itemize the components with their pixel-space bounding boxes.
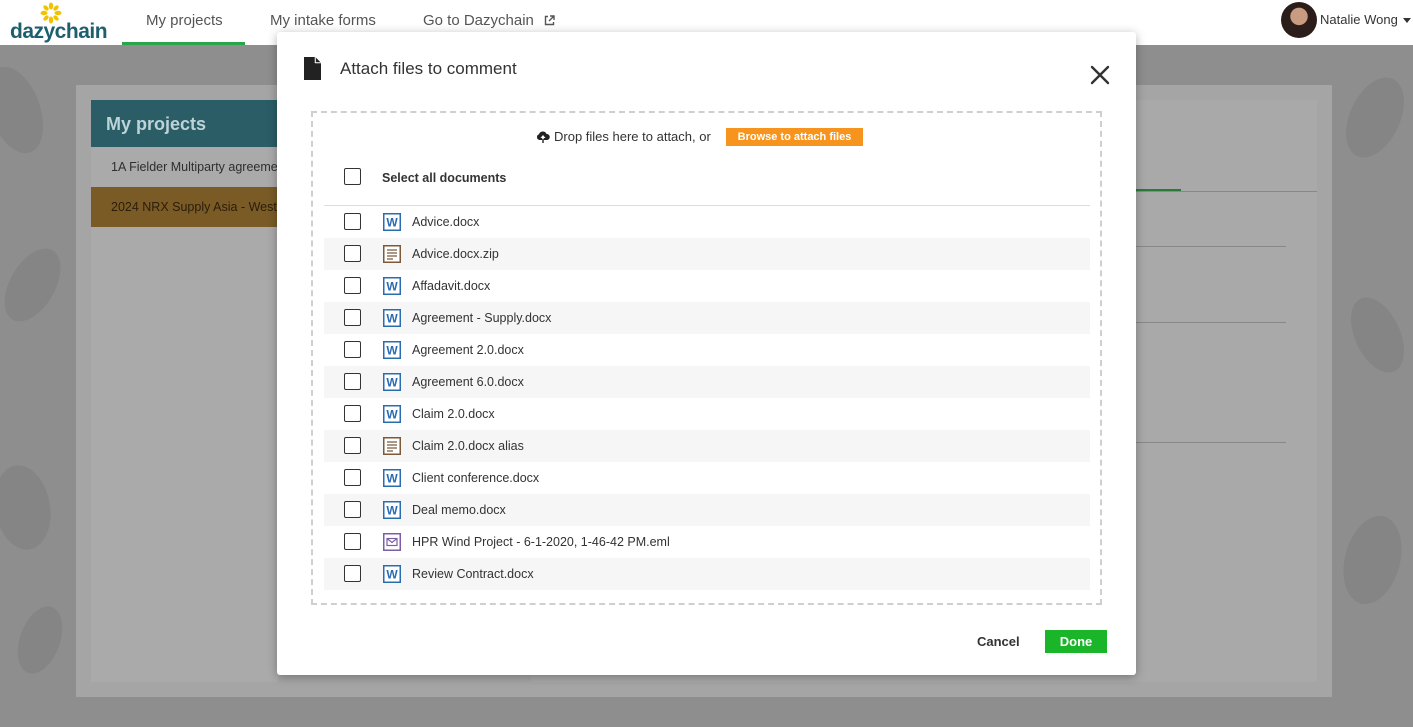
file-name: Claim 2.0.docx alias [412,439,524,453]
nav-my-projects[interactable]: My projects [146,12,223,29]
file-row[interactable]: W Claim 2.0.docx [324,398,1090,430]
decorative-petal [1340,289,1413,381]
select-all-checkbox[interactable] [344,168,361,185]
file-checkbox[interactable] [344,373,361,390]
decorative-petal [0,239,72,331]
file-name: Advice.docx [412,215,480,229]
file-list: W Advice.docx Advice.docx.zip W Affadavi… [324,206,1090,590]
text-file-icon [383,437,401,455]
external-link-icon [544,15,555,26]
word-icon: W [383,501,401,519]
word-icon: W [383,565,401,583]
word-icon: W [383,213,401,231]
file-row[interactable]: W Agreement 2.0.docx [324,334,1090,366]
divider [1131,246,1286,247]
nav-my-intake-forms[interactable]: My intake forms [270,12,376,29]
file-row[interactable]: W Advice.docx [324,206,1090,238]
word-icon: W [383,309,401,327]
file-checkbox[interactable] [344,341,361,358]
divider [1131,442,1286,443]
projects-sidebar: My projects 1A Fielder Multiparty agreem… [91,100,278,682]
file-name: Review Contract.docx [412,567,534,581]
word-icon: W [383,405,401,423]
file-name: HPR Wind Project - 6-1-2020, 1-46-42 PM.… [412,535,670,549]
svg-text:W: W [386,408,398,422]
file-checkbox[interactable] [344,213,361,230]
word-icon: W [383,341,401,359]
user-name: Natalie Wong [1320,12,1398,27]
nav-go-to-dazychain-label: Go to Dazychain [423,12,534,29]
file-name: Deal memo.docx [412,503,506,517]
project-item[interactable]: 1A Fielder Multiparty agreeme [91,147,278,187]
svg-text:W: W [386,504,398,518]
file-drop-zone[interactable]: Drop files here to attach, or Browse to … [311,111,1102,605]
svg-text:W: W [386,568,398,582]
decorative-petal [0,460,57,555]
divider [1131,322,1286,323]
file-name: Claim 2.0.docx [412,407,495,421]
file-checkbox[interactable] [344,309,361,326]
email-icon [383,533,401,551]
file-name: Affadavit.docx [412,279,491,293]
file-checkbox[interactable] [344,437,361,454]
file-name: Agreement - Supply.docx [412,311,552,325]
project-item-selected[interactable]: 2024 NRX Supply Asia - West [91,187,278,227]
browse-files-button[interactable]: Browse to attach files [726,128,863,146]
decorative-petal [9,600,71,680]
logo-wordmark: dazychain [10,20,108,43]
file-row[interactable]: Advice.docx.zip [324,238,1090,270]
word-icon: W [383,469,401,487]
document-icon [304,57,321,80]
file-row[interactable]: Claim 2.0.docx alias [324,430,1090,462]
dazychain-logo[interactable]: dazychain [10,2,108,43]
decorative-petal [1334,68,1413,167]
file-name: Agreement 2.0.docx [412,343,524,357]
word-icon: W [383,277,401,295]
drop-instructions: Drop files here to attach, or [536,129,711,144]
file-checkbox[interactable] [344,469,361,486]
svg-text:W: W [386,472,398,486]
done-button[interactable]: Done [1045,630,1107,653]
file-row[interactable]: W Client conference.docx [324,462,1090,494]
file-checkbox[interactable] [344,565,361,582]
attach-files-dialog: Attach files to comment Drop files here … [277,32,1136,675]
file-checkbox[interactable] [344,277,361,294]
decorative-petal [0,59,54,161]
file-row[interactable]: W Review Contract.docx [324,558,1090,590]
dialog-title: Attach files to comment [340,59,517,78]
file-name: Client conference.docx [412,471,540,485]
file-checkbox[interactable] [344,501,361,518]
svg-text:W: W [386,312,398,326]
file-row[interactable]: W Deal memo.docx [324,494,1090,526]
cloud-upload-icon [536,131,550,143]
file-row[interactable]: W Agreement 6.0.docx [324,366,1090,398]
drop-text: Drop files here to attach, or [554,129,711,144]
file-checkbox[interactable] [344,245,361,262]
sidebar-title: My projects [91,100,278,147]
file-name: Advice.docx.zip [412,247,499,261]
file-row[interactable]: W Affadavit.docx [324,270,1090,302]
file-name: Agreement 6.0.docx [412,375,524,389]
file-row[interactable]: HPR Wind Project - 6-1-2020, 1-46-42 PM.… [324,526,1090,558]
text-file-icon [383,245,401,263]
decorative-petal [1334,509,1411,611]
file-row[interactable]: W Agreement - Supply.docx [324,302,1090,334]
nav-go-to-dazychain[interactable]: Go to Dazychain [423,12,555,29]
avatar [1281,2,1317,38]
close-icon[interactable] [1090,65,1110,85]
select-all-label: Select all documents [382,171,507,185]
svg-text:W: W [386,280,398,294]
svg-text:W: W [386,376,398,390]
svg-text:W: W [386,216,398,230]
file-checkbox[interactable] [344,533,361,550]
svg-text:W: W [386,344,398,358]
file-checkbox[interactable] [344,405,361,422]
cancel-button[interactable]: Cancel [977,634,1020,649]
caret-down-icon [1403,18,1411,23]
divider [1121,191,1317,192]
word-icon: W [383,373,401,391]
